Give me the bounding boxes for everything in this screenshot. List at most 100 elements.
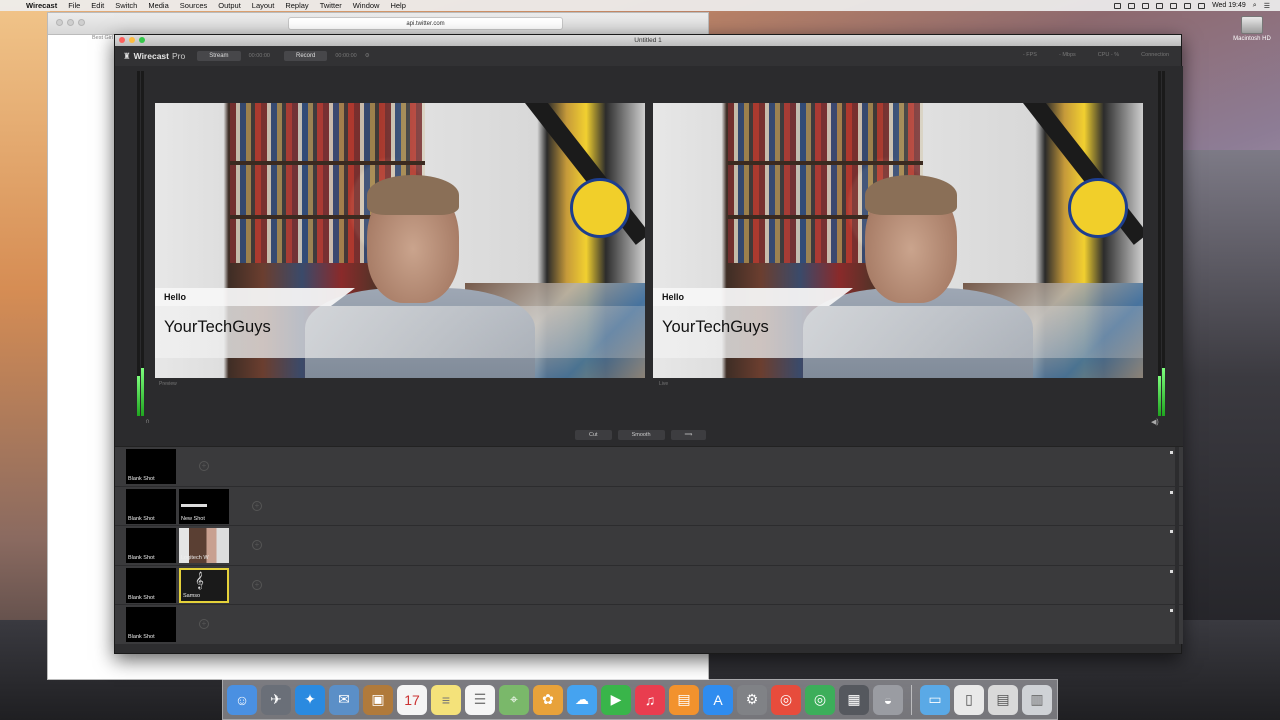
lower-third-tab: Hello: [653, 288, 853, 306]
menu-extras: Wed 19:49 ⌕ ☰: [1114, 0, 1270, 11]
add-shot-icon[interactable]: +: [199, 619, 209, 629]
new-shot[interactable]: New Shot: [179, 488, 229, 524]
samson-audio-shot[interactable]: 𝄞 Samso: [179, 567, 229, 603]
finder-icon[interactable]: ☺: [227, 684, 257, 715]
blank-shot[interactable]: Blank Shot: [126, 567, 176, 603]
live-label: Live: [659, 381, 669, 387]
blank-shot[interactable]: Blank Shot: [126, 607, 176, 642]
wifi-icon[interactable]: [1170, 2, 1178, 9]
notes-icon[interactable]: ≡: [431, 684, 461, 715]
contacts-icon[interactable]: ▣: [363, 684, 393, 715]
cut-transition-button[interactable]: Cut: [575, 430, 612, 440]
zoom-icon[interactable]: [78, 19, 85, 26]
messages-icon[interactable]: ☁: [567, 684, 597, 715]
status-icon[interactable]: [1128, 2, 1136, 9]
menu-window[interactable]: Window: [353, 1, 380, 10]
status-icon[interactable]: [1114, 2, 1122, 9]
brand-edition: Pro: [171, 51, 186, 61]
downloads-icon[interactable]: ▤: [988, 684, 1018, 715]
launchpad-icon[interactable]: ✈: [261, 684, 291, 715]
folder-icon[interactable]: ▭: [920, 684, 950, 715]
ibooks-icon[interactable]: ▤: [669, 684, 699, 715]
menu-wirecast[interactable]: Wirecast: [26, 1, 57, 10]
add-shot-icon[interactable]: +: [252, 579, 262, 590]
layer-visibility-icon[interactable]: [1170, 490, 1173, 494]
system-preferences-icon[interactable]: ⚙: [737, 684, 767, 715]
address-bar[interactable]: api.twitter.com: [288, 17, 563, 30]
blank-shot[interactable]: Blank Shot: [126, 528, 176, 563]
blank-shot[interactable]: Blank Shot: [126, 449, 176, 484]
appstore-icon[interactable]: A: [703, 684, 733, 715]
reminders-icon[interactable]: ☰: [465, 684, 495, 715]
menu-help[interactable]: Help: [390, 1, 405, 10]
chrome-icon[interactable]: ◎: [771, 684, 801, 715]
add-shot-icon[interactable]: +: [199, 461, 209, 471]
wirecast-logo-icon: ♜: [123, 50, 131, 61]
menu-media[interactable]: Media: [148, 1, 168, 10]
add-shot-icon[interactable]: +: [252, 500, 262, 511]
cpu-stat: CPU - %: [1097, 52, 1120, 58]
shot-label: Blank Shot: [128, 594, 155, 601]
grid-scrollbar[interactable]: [1175, 447, 1179, 645]
person-hair: [367, 175, 459, 215]
add-shot-icon[interactable]: +: [252, 540, 262, 550]
record-button[interactable]: Record: [283, 51, 328, 61]
speaker-icon[interactable]: ◀): [1151, 418, 1159, 426]
headphones-icon[interactable]: ∩: [145, 418, 150, 425]
close-icon[interactable]: [56, 19, 63, 26]
menu-layout[interactable]: Layout: [252, 1, 275, 10]
wirecast-icon[interactable]: ▦: [839, 684, 869, 715]
volume-icon[interactable]: [1184, 2, 1192, 9]
menu-replay[interactable]: Replay: [285, 1, 308, 10]
safari-icon[interactable]: ✦: [295, 684, 325, 715]
photos-icon[interactable]: ✿: [533, 684, 563, 715]
notification-center-icon[interactable]: ☰: [1264, 2, 1270, 10]
wirecast-toolbar: ♜ Wirecast Pro Stream 00:00:00 Record 00…: [115, 46, 1181, 66]
calendar-icon[interactable]: 17: [397, 684, 427, 715]
spotlight-icon[interactable]: ⌕: [1253, 2, 1257, 10]
lower-third-line2: YourTechGuys: [662, 318, 769, 336]
browser-page-sidebar: [48, 53, 118, 203]
menu-switch[interactable]: Switch: [115, 1, 137, 10]
go-button[interactable]: ⟹: [670, 430, 707, 440]
ftp-icon[interactable]: ◒: [873, 684, 903, 715]
minimize-icon[interactable]: [67, 19, 74, 26]
layer-visibility-icon[interactable]: [1170, 451, 1173, 454]
layer-visibility-icon[interactable]: [1170, 569, 1173, 573]
facetime-icon[interactable]: ▶: [601, 684, 631, 715]
bluetooth-icon[interactable]: [1156, 2, 1164, 9]
live-monitor[interactable]: Hello YourTechGuys: [653, 103, 1143, 378]
lower-third-live: Hello YourTechGuys: [653, 288, 1143, 358]
music-icon[interactable]: ♫: [635, 684, 665, 715]
logitech-webcam-shot[interactable]: Logitech W: [179, 528, 229, 563]
fps-stat: - FPS: [1022, 52, 1037, 58]
documents-icon[interactable]: ▯: [954, 684, 984, 715]
menu-edit[interactable]: Edit: [91, 1, 104, 10]
status-icon[interactable]: [1142, 2, 1150, 9]
menu-file[interactable]: File: [68, 1, 80, 10]
blank-shot[interactable]: Blank Shot: [126, 488, 176, 524]
zoom-icon[interactable]: [139, 37, 145, 43]
menu-bar: Wirecast File Edit Switch Media Sources …: [0, 0, 1280, 11]
layer-visibility-icon[interactable]: [1170, 530, 1173, 533]
smooth-transition-button[interactable]: Smooth: [617, 430, 665, 440]
lower-third-preview: Hello YourTechGuys: [155, 288, 645, 358]
minimize-icon[interactable]: [129, 37, 135, 43]
menu-twitter[interactable]: Twitter: [320, 1, 342, 10]
chrome-alt-icon[interactable]: ◎: [805, 684, 835, 715]
battery-icon[interactable]: [1198, 2, 1206, 9]
layer-visibility-icon[interactable]: [1170, 609, 1173, 612]
menu-output[interactable]: Output: [218, 1, 241, 10]
browser-tab-text[interactable]: Best Girl: [92, 35, 113, 41]
macintosh-hd-drive[interactable]: Macintosh HD: [1232, 16, 1272, 42]
preview-monitor[interactable]: Hello YourTechGuys: [155, 103, 645, 378]
trash-icon[interactable]: ▥: [1022, 684, 1052, 715]
menu-clock[interactable]: Wed 19:49: [1212, 2, 1246, 9]
shot-label: New Shot: [181, 515, 205, 522]
settings-icon[interactable]: ⚙: [365, 53, 370, 59]
maps-icon[interactable]: ⌖: [499, 684, 529, 715]
stream-button[interactable]: Stream: [197, 51, 241, 61]
mail-icon[interactable]: ✉: [329, 684, 359, 715]
close-icon[interactable]: [119, 37, 125, 43]
menu-sources[interactable]: Sources: [180, 1, 208, 10]
